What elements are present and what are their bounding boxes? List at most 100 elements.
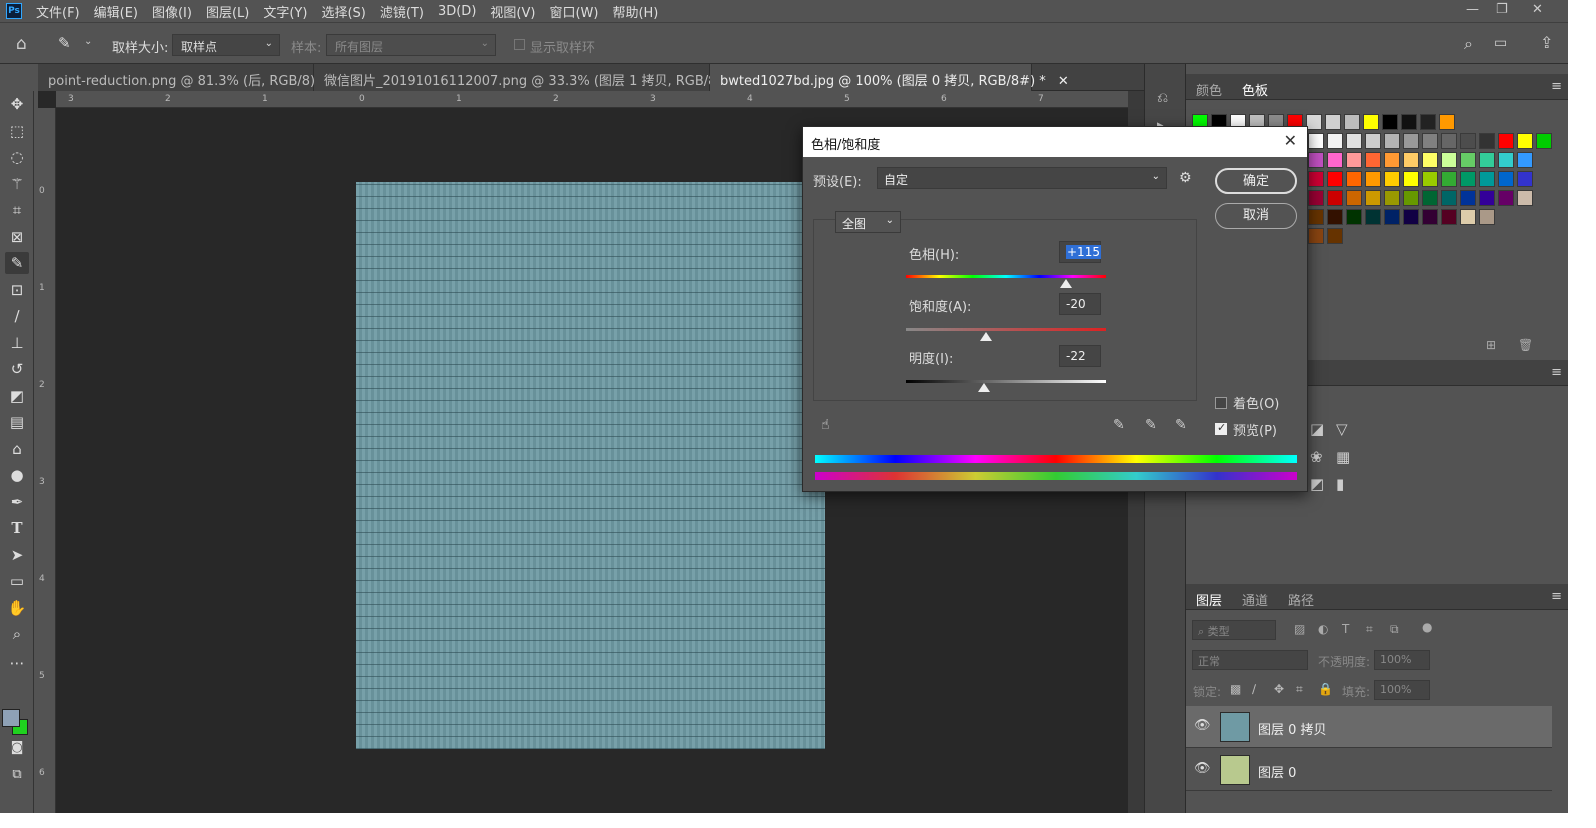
- more-tools-icon[interactable]: ⋯: [5, 652, 29, 674]
- color-swatch[interactable]: [1441, 152, 1457, 168]
- tab-channels[interactable]: 通道: [1242, 590, 1268, 609]
- color-swatch[interactable]: [1517, 190, 1533, 206]
- adjustment-filter-icon[interactable]: ◐: [1318, 622, 1328, 636]
- shape-filter-icon[interactable]: ⌗: [1366, 622, 1373, 637]
- color-swatch[interactable]: [1306, 114, 1322, 130]
- color-swatch[interactable]: [1422, 209, 1438, 225]
- tab-swatches[interactable]: 色板: [1242, 80, 1268, 99]
- blur-tool-icon[interactable]: ⌂: [5, 438, 29, 460]
- color-swatch[interactable]: [1517, 133, 1533, 149]
- color-swatch[interactable]: [1308, 133, 1324, 149]
- gradient-map-icon[interactable]: ▮: [1336, 475, 1344, 493]
- color-swatch[interactable]: [1479, 152, 1495, 168]
- color-swatch[interactable]: [1308, 228, 1324, 244]
- opacity-input[interactable]: 100%: [1374, 650, 1430, 670]
- menu-file[interactable]: 文件(F): [36, 2, 80, 21]
- rectangle-tool-icon[interactable]: ▭: [5, 570, 29, 592]
- color-swatch[interactable]: [1441, 133, 1457, 149]
- home-icon[interactable]: ⌂: [16, 34, 27, 54]
- color-swatch[interactable]: [1517, 171, 1533, 187]
- delete-swatch-icon[interactable]: 🗑: [1518, 338, 1533, 352]
- ok-button[interactable]: 确定: [1215, 168, 1297, 194]
- color-swatch[interactable]: [1346, 133, 1362, 149]
- color-swatch[interactable]: [1460, 209, 1476, 225]
- menu-3d[interactable]: 3D(D): [438, 4, 476, 19]
- color-swatch[interactable]: [1384, 133, 1400, 149]
- brush-tool-icon[interactable]: ∕: [5, 305, 29, 327]
- subtract-from-sample-eyedropper-icon[interactable]: ✎: [1175, 417, 1187, 433]
- layer-name[interactable]: 图层 0 拷贝: [1258, 719, 1327, 738]
- workspace-icon[interactable]: ▭: [1494, 35, 1507, 51]
- hue-input[interactable]: +115: [1059, 241, 1101, 263]
- layer-row[interactable]: 👁 图层 0 拷贝: [1186, 706, 1552, 748]
- invert-icon[interactable]: ◩: [1310, 475, 1324, 493]
- zoom-tool-icon[interactable]: ⌕: [5, 623, 29, 645]
- menu-edit[interactable]: 编辑(E): [94, 2, 138, 21]
- menu-help[interactable]: 帮助(H): [612, 2, 658, 21]
- lock-image-icon[interactable]: ∕: [1252, 682, 1256, 696]
- lock-position-icon[interactable]: ✥: [1274, 682, 1284, 696]
- color-swatch[interactable]: [1498, 152, 1514, 168]
- colorize-checkbox[interactable]: [1215, 397, 1227, 409]
- color-swatch[interactable]: [1422, 171, 1438, 187]
- fill-input[interactable]: 100%: [1374, 680, 1430, 700]
- lock-all-icon[interactable]: 🔒: [1318, 682, 1333, 696]
- share-icon[interactable]: ⇪: [1540, 33, 1553, 52]
- color-swatch[interactable]: [1479, 133, 1495, 149]
- history-icon[interactable]: ⎌: [1157, 90, 1168, 106]
- sample-select[interactable]: 所有图层 ⌄: [326, 34, 496, 56]
- color-swatch[interactable]: [1498, 133, 1514, 149]
- path-selection-tool-icon[interactable]: ➤: [5, 544, 29, 566]
- visibility-eye-icon[interactable]: 👁: [1194, 761, 1211, 776]
- search-icon[interactable]: ⌕: [1464, 34, 1473, 54]
- foreground-color-swatch[interactable]: [2, 709, 20, 727]
- color-swatch[interactable]: [1344, 114, 1360, 130]
- clone-stamp-tool-icon[interactable]: ⊥: [5, 332, 29, 354]
- color-swatch[interactable]: [1479, 209, 1495, 225]
- color-swatch[interactable]: [1403, 171, 1419, 187]
- close-tab-icon[interactable]: ✕: [1058, 74, 1069, 89]
- color-swatch[interactable]: [1346, 152, 1362, 168]
- color-swatch[interactable]: [1403, 190, 1419, 206]
- color-swatch[interactable]: [1365, 133, 1381, 149]
- tab-layers[interactable]: 图层: [1196, 590, 1222, 609]
- gradient-tool-icon[interactable]: ▤: [5, 411, 29, 433]
- exposure-icon[interactable]: ◪: [1310, 420, 1324, 438]
- color-swatch[interactable]: [1308, 152, 1324, 168]
- close-window-icon[interactable]: ✕: [1532, 2, 1543, 17]
- lightness-input[interactable]: -22: [1059, 345, 1101, 367]
- dodge-tool-icon[interactable]: ●: [5, 464, 29, 486]
- color-swatch[interactable]: [1517, 152, 1533, 168]
- menu-filter[interactable]: 滤镜(T): [380, 2, 424, 21]
- color-swatch[interactable]: [1365, 209, 1381, 225]
- saturation-slider-thumb[interactable]: [980, 332, 992, 341]
- restore-icon[interactable]: ❐: [1496, 2, 1508, 17]
- color-swatch[interactable]: [1327, 190, 1343, 206]
- tab-paths[interactable]: 路径: [1288, 590, 1314, 609]
- blend-mode-select[interactable]: 正常: [1192, 650, 1308, 670]
- color-swatch[interactable]: [1384, 190, 1400, 206]
- pen-tool-icon[interactable]: ✒: [5, 491, 29, 513]
- document-image[interactable]: [356, 182, 825, 749]
- color-swatch[interactable]: [1346, 171, 1362, 187]
- color-swatch[interactable]: [1422, 133, 1438, 149]
- tab-bwted[interactable]: bwted1027bd.jpg @ 100% (图层 0 拷贝, RGB/8#)…: [710, 64, 1069, 91]
- color-swatch[interactable]: [1327, 152, 1343, 168]
- eraser-tool-icon[interactable]: ◩: [5, 385, 29, 407]
- channel-select[interactable]: 全图 ⌄: [835, 211, 901, 233]
- color-swatch[interactable]: [1384, 152, 1400, 168]
- cancel-button[interactable]: 取消: [1215, 203, 1297, 229]
- lock-artboard-icon[interactable]: ⌗: [1296, 682, 1303, 697]
- lightness-slider-thumb[interactable]: [978, 383, 990, 392]
- new-swatch-icon[interactable]: ⊞: [1486, 338, 1496, 352]
- color-swatch[interactable]: [1441, 190, 1457, 206]
- panel-menu-icon[interactable]: ≡: [1551, 589, 1562, 604]
- targeted-adjust-hand-icon[interactable]: ☝: [821, 417, 830, 433]
- color-swatch[interactable]: [1536, 133, 1552, 149]
- magic-wand-tool-icon[interactable]: ⚚: [5, 173, 29, 195]
- channel-mixer-icon[interactable]: ❀: [1310, 448, 1323, 466]
- settings-gear-icon[interactable]: ⚙: [1179, 170, 1192, 186]
- filter-toggle-icon[interactable]: ●: [1422, 620, 1432, 634]
- menu-select[interactable]: 选择(S): [321, 2, 365, 21]
- color-swatch[interactable]: [1401, 114, 1417, 130]
